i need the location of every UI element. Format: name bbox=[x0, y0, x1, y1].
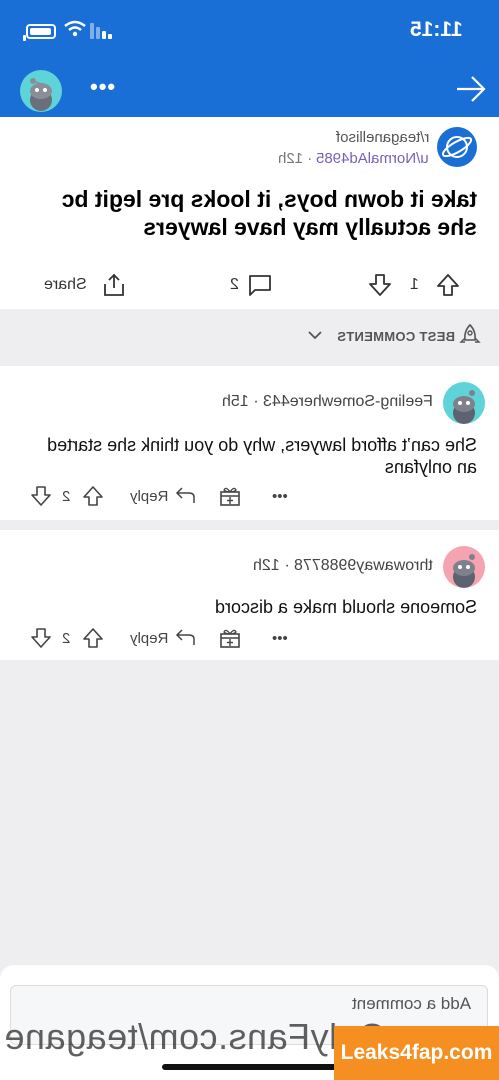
gift-award-icon bbox=[220, 629, 240, 648]
post-actions: 1 2 Share bbox=[0, 268, 499, 302]
reply-label: Reply bbox=[130, 629, 169, 647]
upvote-arrow-icon bbox=[83, 628, 103, 648]
snoo-avatar-icon bbox=[453, 390, 475, 424]
comment-sort-bar[interactable]: BEST COMMENTS bbox=[0, 309, 499, 365]
reply-arrow-icon bbox=[176, 629, 196, 645]
share-icon bbox=[104, 273, 124, 296]
commenter-avatar[interactable] bbox=[443, 546, 485, 588]
comment-body: Someone should make a discord bbox=[214, 597, 477, 617]
comment-meta: 15h · Feeling-Somewhere443 bbox=[222, 393, 433, 411]
planet-icon bbox=[441, 136, 473, 158]
comment-author[interactable]: throwaway9988778 bbox=[294, 557, 433, 575]
comment-more-icon[interactable]: ••• bbox=[272, 624, 288, 652]
post-card: r/teaganellisof 12h · u/NormalAd4985 tak… bbox=[0, 117, 499, 309]
rocket-icon bbox=[459, 323, 481, 343]
comment-author[interactable]: Feeling-Somewhere443 bbox=[263, 393, 433, 411]
watermark-text: OnlyFans.com/teagane bbox=[4, 1016, 387, 1057]
reply-label: Reply bbox=[130, 487, 169, 505]
snoo-avatar-icon bbox=[453, 554, 475, 588]
battery-icon bbox=[23, 24, 56, 41]
comment-vote-count: 2 bbox=[62, 487, 71, 505]
comment-upvote-button[interactable] bbox=[82, 624, 104, 652]
comment-actions: ••• Reply 2 bbox=[0, 624, 499, 652]
upvote-button[interactable] bbox=[435, 268, 461, 302]
app-bar: ••• bbox=[0, 64, 499, 117]
comment-count: 2 bbox=[230, 276, 239, 293]
downvote-arrow-icon bbox=[369, 274, 391, 296]
sort-label: BEST COMMENTS bbox=[336, 329, 455, 344]
upvote-arrow-icon bbox=[83, 486, 103, 506]
subreddit-icon[interactable] bbox=[437, 127, 477, 167]
chevron-down-icon bbox=[308, 331, 322, 340]
snoo-avatar-icon bbox=[30, 78, 52, 111]
upvote-arrow-icon bbox=[437, 274, 459, 296]
comment-age: 15h bbox=[222, 393, 249, 410]
comment-body: She can’t afford lawyers, why do you thi… bbox=[47, 435, 477, 477]
downvote-arrow-icon bbox=[31, 628, 51, 648]
reply-button[interactable]: Reply bbox=[130, 482, 196, 510]
comment-item: 15h · Feeling-Somewhere443 She can’t aff… bbox=[0, 366, 499, 520]
post-meta: 12h · u/NormalAd4985 bbox=[278, 150, 429, 167]
comment-item: 12h · throwaway9988778 Someone should ma… bbox=[0, 530, 499, 660]
post-vote-count: 1 bbox=[410, 276, 419, 293]
downvote-button[interactable] bbox=[367, 268, 393, 302]
comment-vote-count: 2 bbox=[62, 629, 71, 647]
post-age: 12h bbox=[278, 150, 304, 167]
share-label[interactable]: Share bbox=[44, 268, 87, 302]
back-arrow-icon[interactable] bbox=[455, 74, 487, 104]
reply-button[interactable]: Reply bbox=[130, 624, 196, 652]
share-button[interactable] bbox=[101, 268, 127, 302]
downvote-arrow-icon bbox=[31, 486, 51, 506]
add-comment-placeholder: Add a comment bbox=[351, 994, 471, 1013]
comment-downvote-button[interactable] bbox=[30, 482, 52, 510]
comment-upvote-button[interactable] bbox=[82, 482, 104, 510]
post-title[interactable]: take it down boys, it looks pre legit bc… bbox=[17, 185, 477, 241]
subreddit-name[interactable]: r/teaganellisof bbox=[336, 129, 429, 146]
award-button[interactable] bbox=[218, 624, 242, 652]
user-avatar[interactable] bbox=[20, 70, 62, 112]
gift-award-icon bbox=[220, 487, 240, 506]
home-indicator[interactable] bbox=[162, 1064, 338, 1070]
comment-meta: 12h · throwaway9988778 bbox=[253, 557, 433, 575]
status-bar: 11:15 bbox=[0, 0, 499, 64]
cellular-signal-icon bbox=[90, 23, 112, 39]
comment-downvote-button[interactable] bbox=[30, 624, 52, 652]
comments-button[interactable] bbox=[247, 268, 273, 302]
comment-more-icon[interactable]: ••• bbox=[272, 482, 288, 510]
commenter-avatar[interactable] bbox=[443, 382, 485, 424]
comment-bubble-icon bbox=[249, 275, 271, 296]
post-author[interactable]: u/NormalAd4985 bbox=[316, 150, 429, 167]
more-options-icon[interactable]: ••• bbox=[90, 74, 116, 100]
status-time: 11:15 bbox=[410, 18, 463, 41]
award-button[interactable] bbox=[218, 482, 242, 510]
comment-actions: ••• Reply 2 bbox=[0, 482, 499, 510]
watermark-badge: Leaks4fap.com bbox=[334, 1026, 499, 1080]
comment-age: 12h bbox=[253, 557, 280, 574]
wifi-icon bbox=[64, 20, 86, 37]
reply-arrow-icon bbox=[176, 487, 196, 503]
